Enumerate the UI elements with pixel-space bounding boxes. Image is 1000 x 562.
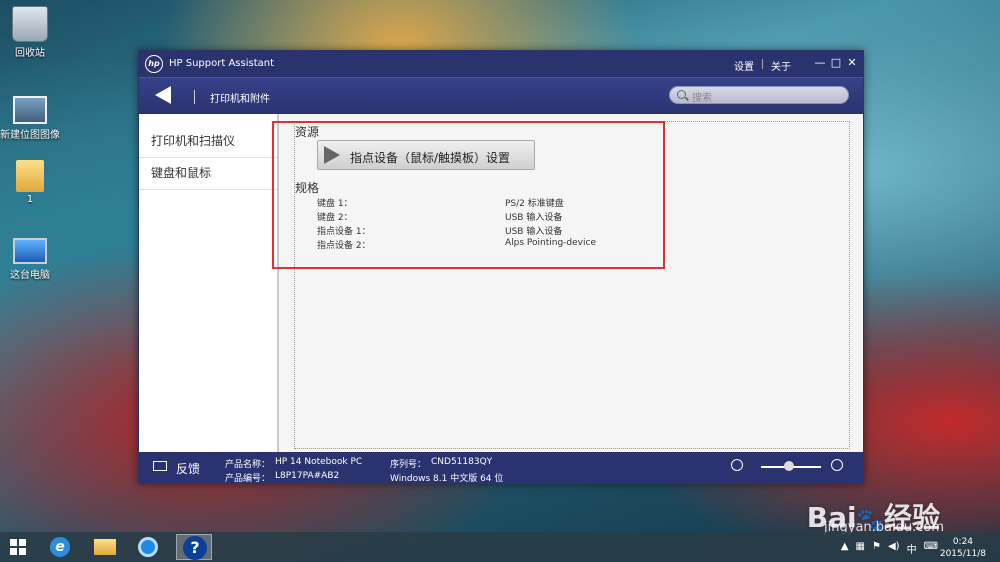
product-name-label: 产品名称： (225, 460, 271, 470)
volume-icon[interactable]: ◀) (888, 541, 900, 556)
this-pc-icon (13, 238, 47, 264)
serial-value: CND51183QY (431, 457, 493, 467)
file-explorer-icon (94, 539, 116, 555)
start-button[interactable] (10, 539, 26, 555)
footer-bar: 反馈 产品名称： HP 14 Notebook PC 产品编号： L8P17PA… (139, 452, 863, 484)
minimize-button[interactable]: — (813, 55, 827, 71)
desktop-icon-label: 这台电脑 (10, 270, 50, 281)
zoom-out-icon[interactable] (731, 459, 743, 471)
desktop-icon-label: 新建位图图像 (0, 130, 60, 141)
annotation-highlight-box (272, 121, 665, 269)
title-links: 设置 关于 (734, 58, 791, 73)
desktop-icon-label: 1 (26, 194, 34, 205)
ie-icon: e (50, 537, 70, 557)
product-name-value: HP 14 Notebook PC (275, 457, 363, 467)
search-placeholder: 搜索 (692, 93, 712, 104)
desktop-icon-recycle-bin[interactable]: 回收站 (0, 6, 60, 59)
serial-label: 序列号： (390, 460, 427, 470)
taskbar-app-file-explorer[interactable] (86, 534, 122, 560)
feedback-button[interactable]: 反馈 (176, 460, 200, 477)
action-center-icon[interactable]: ⚑ (872, 541, 881, 556)
zoom-in-icon[interactable] (831, 459, 843, 471)
help-icon: ? (183, 536, 207, 560)
product-number-value: L8P17PA#AB2 (275, 471, 340, 481)
feedback-icon[interactable] (153, 461, 167, 471)
hp-logo-icon: hp (145, 55, 163, 73)
nav-bar: 打印机和附件 搜索 (139, 77, 863, 114)
product-number-label: 产品编号： (225, 474, 271, 484)
back-arrow-icon[interactable] (155, 86, 171, 104)
desktop-icon-folder[interactable]: 1 (0, 160, 60, 205)
clock[interactable]: 0:24 2015/11/8 (940, 536, 986, 560)
title-link-divider (762, 59, 763, 69)
app-title: HP Support Assistant (169, 58, 274, 69)
window-controls: — □ ✕ (813, 55, 859, 71)
desktop-icon-label: 回收站 (15, 48, 45, 59)
browser-icon (138, 537, 158, 557)
title-bar[interactable]: hp HP Support Assistant 设置 关于 — □ ✕ (139, 51, 863, 77)
recycle-bin-icon (12, 6, 48, 42)
desktop-icon-bitmap[interactable]: 新建位图图像 (0, 96, 60, 141)
page-title: 打印机和附件 (210, 94, 270, 105)
maximize-button[interactable]: □ (829, 55, 843, 71)
close-button[interactable]: ✕ (845, 55, 859, 71)
desktop-icon-this-pc[interactable]: 这台电脑 (0, 238, 60, 281)
input-method-indicator[interactable]: 中 (907, 541, 917, 556)
clock-time: 0:24 (952, 537, 974, 547)
clock-date: 2015/11/8 (939, 549, 986, 559)
taskbar: e ? ▲ ▦ ⚑ ◀) 中 ⌨ 0:24 2015/11/8 (0, 532, 1000, 562)
system-tray: ▲ ▦ ⚑ ◀) 中 ⌨ (841, 541, 938, 556)
zoom-slider-handle[interactable] (784, 461, 794, 471)
show-hidden-icons-icon[interactable]: ▲ (841, 541, 849, 556)
sidebar-item-printers-scanners[interactable]: 打印机和扫描仪 (139, 126, 277, 158)
search-icon (677, 90, 686, 99)
nav-divider (194, 90, 195, 104)
folder-icon (16, 160, 44, 192)
search-input[interactable]: 搜索 (669, 86, 849, 104)
os-value: Windows 8.1 中文版 64 位 (390, 474, 504, 484)
sidebar-item-keyboard-mouse[interactable]: 键盘和鼠标 (139, 158, 277, 190)
settings-link[interactable]: 设置 (734, 58, 754, 73)
taskbar-app-browser[interactable] (130, 534, 166, 560)
taskbar-app-ie[interactable]: e (42, 534, 78, 560)
bitmap-image-icon (13, 96, 47, 124)
sidebar: 打印机和扫描仪 键盘和鼠标 (139, 114, 279, 452)
about-link[interactable]: 关于 (771, 58, 791, 73)
taskbar-app-help[interactable]: ? (176, 534, 212, 560)
network-icon[interactable]: ▦ (856, 541, 865, 556)
keyboard-icon[interactable]: ⌨ (924, 541, 938, 556)
